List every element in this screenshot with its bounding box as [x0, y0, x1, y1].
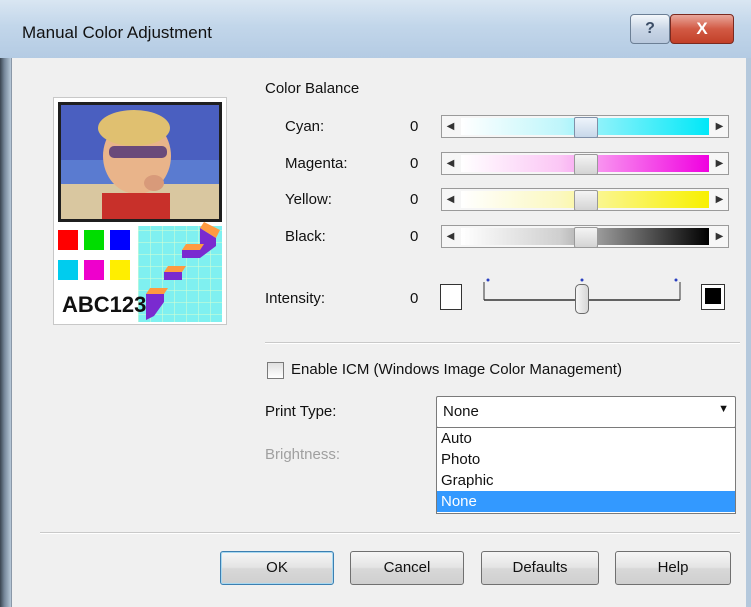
black-slider-thumb[interactable] — [574, 227, 598, 248]
magenta-slider[interactable]: ◀ ▶ — [441, 152, 729, 175]
intensity-label: Intensity: — [265, 290, 326, 307]
scroll-left-icon[interactable]: ◀ — [442, 153, 459, 174]
cyan-value: 0 — [410, 118, 419, 135]
window-title: Manual Color Adjustment — [22, 23, 212, 42]
preview-image: ABC123 — [56, 102, 222, 322]
light-page-icon — [440, 284, 462, 310]
separator — [265, 342, 740, 344]
window-border-left — [0, 58, 11, 607]
icm-checkbox[interactable] — [267, 362, 284, 379]
print-type-select[interactable]: None ▼ — [436, 396, 736, 428]
black-label: Black: — [285, 228, 326, 245]
scroll-right-icon[interactable]: ▶ — [711, 226, 728, 247]
scroll-left-icon[interactable]: ◀ — [442, 189, 459, 210]
intensity-slider[interactable] — [482, 270, 682, 314]
magenta-slider-thumb[interactable] — [574, 154, 598, 175]
magenta-value: 0 — [410, 155, 419, 172]
print-type-option-photo[interactable]: Photo — [437, 449, 735, 470]
title-bar[interactable]: Manual Color Adjustment ? X — [0, 0, 751, 58]
preview-sample-text: ABC123 — [62, 292, 146, 317]
magenta-label: Magenta: — [285, 155, 348, 172]
dialog-window: Manual Color Adjustment ? X ABC123 Color… — [0, 0, 751, 607]
color-balance-heading: Color Balance — [265, 80, 360, 97]
cyan-slider-thumb[interactable] — [574, 117, 598, 138]
help-caption-button[interactable]: ? — [630, 14, 670, 44]
print-type-label: Print Type: — [265, 403, 337, 420]
defaults-button[interactable]: Defaults — [481, 551, 599, 585]
cancel-button[interactable]: Cancel — [350, 551, 464, 585]
scroll-right-icon[interactable]: ▶ — [711, 189, 728, 210]
intensity-slider-thumb[interactable] — [575, 284, 589, 314]
scroll-right-icon[interactable]: ▶ — [711, 153, 728, 174]
bottom-separator — [40, 532, 740, 534]
print-type-dropdown-list[interactable]: Auto Photo Graphic None — [436, 427, 736, 514]
print-type-selected-value: None — [443, 403, 479, 420]
cyan-label: Cyan: — [285, 118, 325, 135]
cyan-slider[interactable]: ◀ ▶ — [441, 115, 729, 138]
yellow-slider[interactable]: ◀ ▶ — [441, 188, 729, 211]
close-button[interactable]: X — [670, 14, 734, 44]
yellow-label: Yellow: — [285, 191, 332, 208]
ok-button[interactable]: OK — [220, 551, 334, 585]
yellow-slider-thumb[interactable] — [574, 190, 598, 211]
black-value: 0 — [410, 228, 419, 245]
print-type-option-auto[interactable]: Auto — [437, 428, 735, 449]
print-type-option-graphic[interactable]: Graphic — [437, 470, 735, 491]
icm-label[interactable]: Enable ICM (Windows Image Color Manageme… — [291, 361, 622, 378]
dark-page-icon — [701, 284, 725, 310]
dialog-client-area: ABC123 Color Balance Cyan: 0 ◀ ▶ Magenta… — [11, 58, 746, 607]
scroll-right-icon[interactable]: ▶ — [711, 116, 728, 137]
chevron-down-icon: ▼ — [718, 403, 729, 415]
color-preview: ABC123 — [53, 97, 227, 325]
black-slider[interactable]: ◀ ▶ — [441, 225, 729, 248]
scroll-left-icon[interactable]: ◀ — [442, 226, 459, 247]
intensity-value: 0 — [410, 290, 419, 307]
help-button[interactable]: Help — [615, 551, 731, 585]
print-type-option-none[interactable]: None — [437, 491, 735, 512]
brightness-label: Brightness: — [265, 446, 341, 463]
yellow-value: 0 — [410, 191, 419, 208]
scroll-left-icon[interactable]: ◀ — [442, 116, 459, 137]
